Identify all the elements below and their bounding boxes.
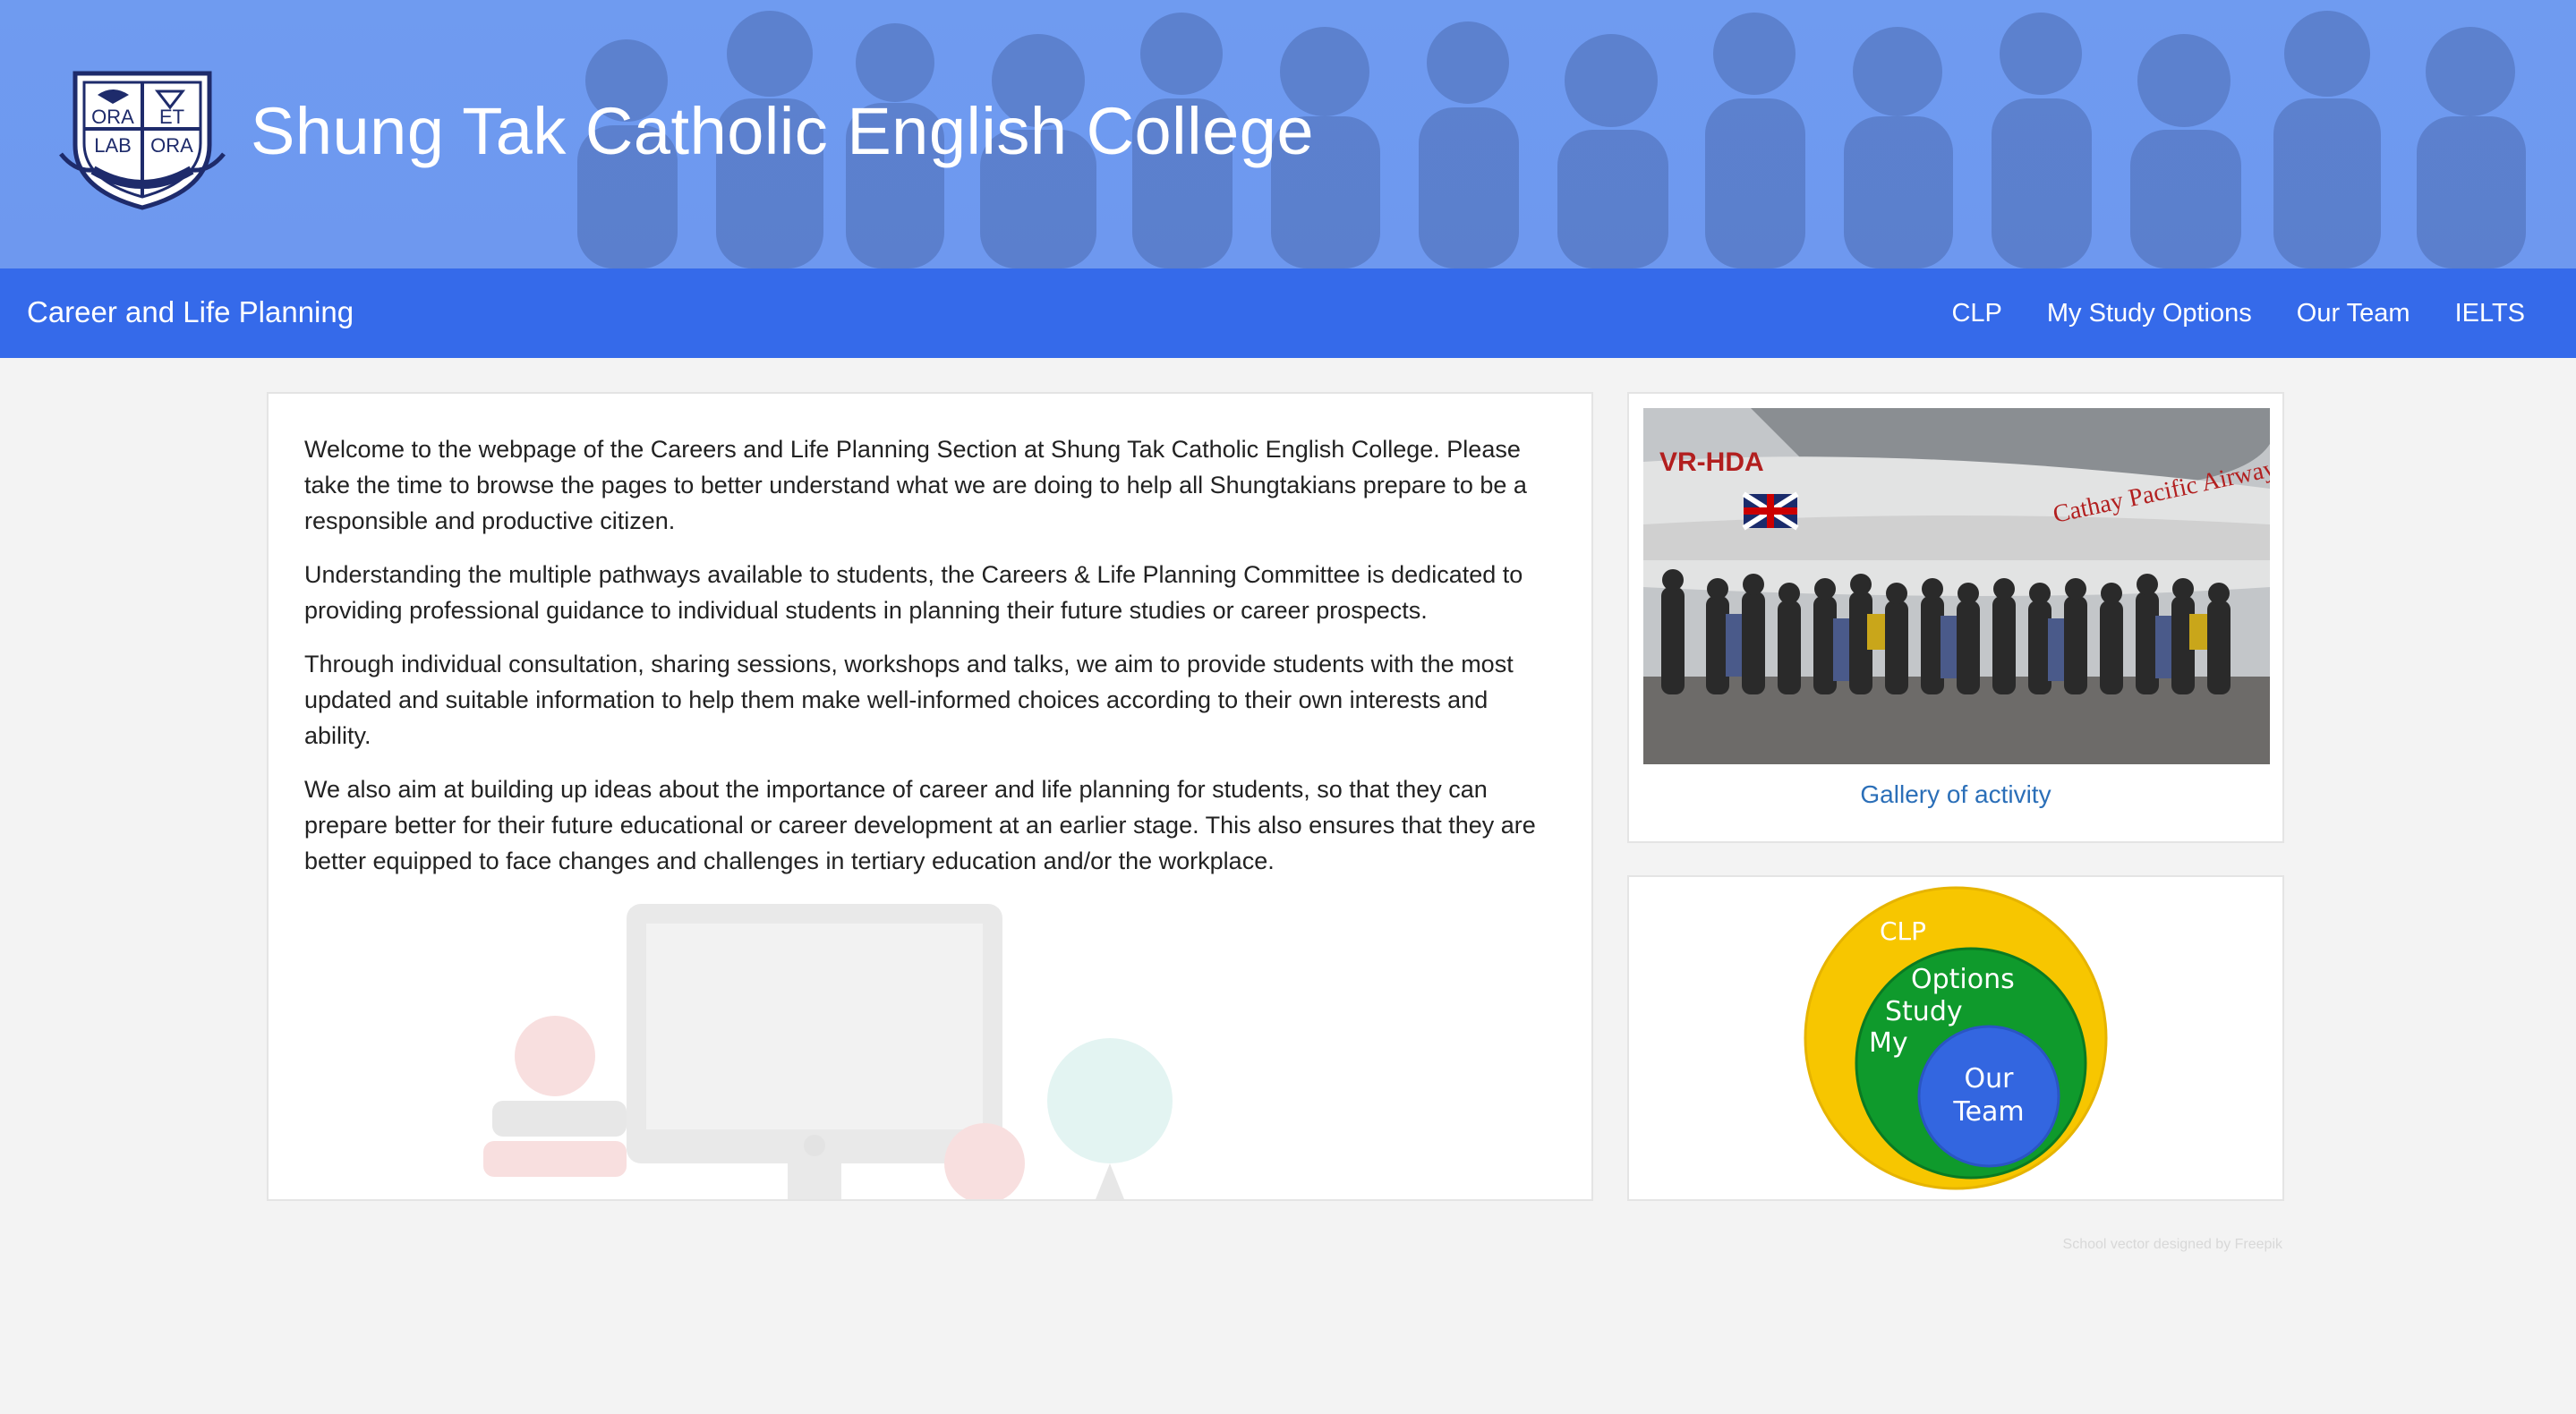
clp-diagram-card: CLP Options Study My Our Team <box>1627 875 2284 1201</box>
school-crest-logo[interactable]: ORA ET LAB ORA <box>57 64 227 215</box>
site-title: Shung Tak Catholic English College <box>251 94 1315 168</box>
gallery-link[interactable]: Gallery of activity <box>1629 780 2282 809</box>
navbar: Career and Life Planning CLP My Study Op… <box>0 268 2576 358</box>
svg-text:Our: Our <box>1965 1063 2015 1095</box>
svg-text:Options: Options <box>1911 964 2015 995</box>
svg-text:VR-HDA: VR-HDA <box>1659 447 1764 477</box>
svg-text:ORA: ORA <box>91 106 134 128</box>
intro-paragraph: Welcome to the webpage of the Careers an… <box>304 436 1527 534</box>
nav-links: CLP My Study Options Our Team IELTS <box>1929 268 2547 358</box>
nav-link-clp[interactable]: CLP <box>1929 299 2024 328</box>
gallery-card: VR-HDA Cathay Pacific Airways Gallery of… <box>1627 392 2284 843</box>
nav-link-ielts[interactable]: IELTS <box>2433 299 2547 328</box>
clp-nested-circles-diagram[interactable]: CLP Options Study My Our Team <box>1801 886 2111 1190</box>
intro-paragraph: Through individual consultation, sharing… <box>304 651 1514 749</box>
svg-text:CLP: CLP <box>1880 916 1926 946</box>
svg-text:LAB: LAB <box>94 134 132 157</box>
svg-text:My: My <box>1869 1027 1908 1059</box>
navbar-brand[interactable]: Career and Life Planning <box>27 295 354 329</box>
svg-text:ORA: ORA <box>150 134 193 157</box>
intro-text: Welcome to the webpage of the Careers an… <box>304 431 1557 897</box>
svg-text:ET: ET <box>159 106 184 128</box>
intro-paragraph: Understanding the multiple pathways avai… <box>304 561 1523 624</box>
nav-link-our-team[interactable]: Our Team <box>2274 299 2433 328</box>
svg-text:Study: Study <box>1885 996 1963 1027</box>
nav-link-my-study-options[interactable]: My Study Options <box>2025 299 2274 328</box>
svg-text:Team: Team <box>1952 1096 2024 1128</box>
intro-card: Welcome to the webpage of the Careers an… <box>267 392 1593 1201</box>
union-jack-flag-icon <box>1742 491 1799 531</box>
intro-paragraph: We also aim at building up ideas about t… <box>304 776 1536 874</box>
school-background-illustration <box>483 904 1173 1199</box>
activity-photo[interactable]: VR-HDA Cathay Pacific Airways <box>1643 408 2270 764</box>
freepik-credit[interactable]: School vector designed by Freepik <box>2063 1237 2282 1253</box>
header-banner: ORA ET LAB ORA Shung Tak Catholic Englis… <box>0 0 2576 268</box>
